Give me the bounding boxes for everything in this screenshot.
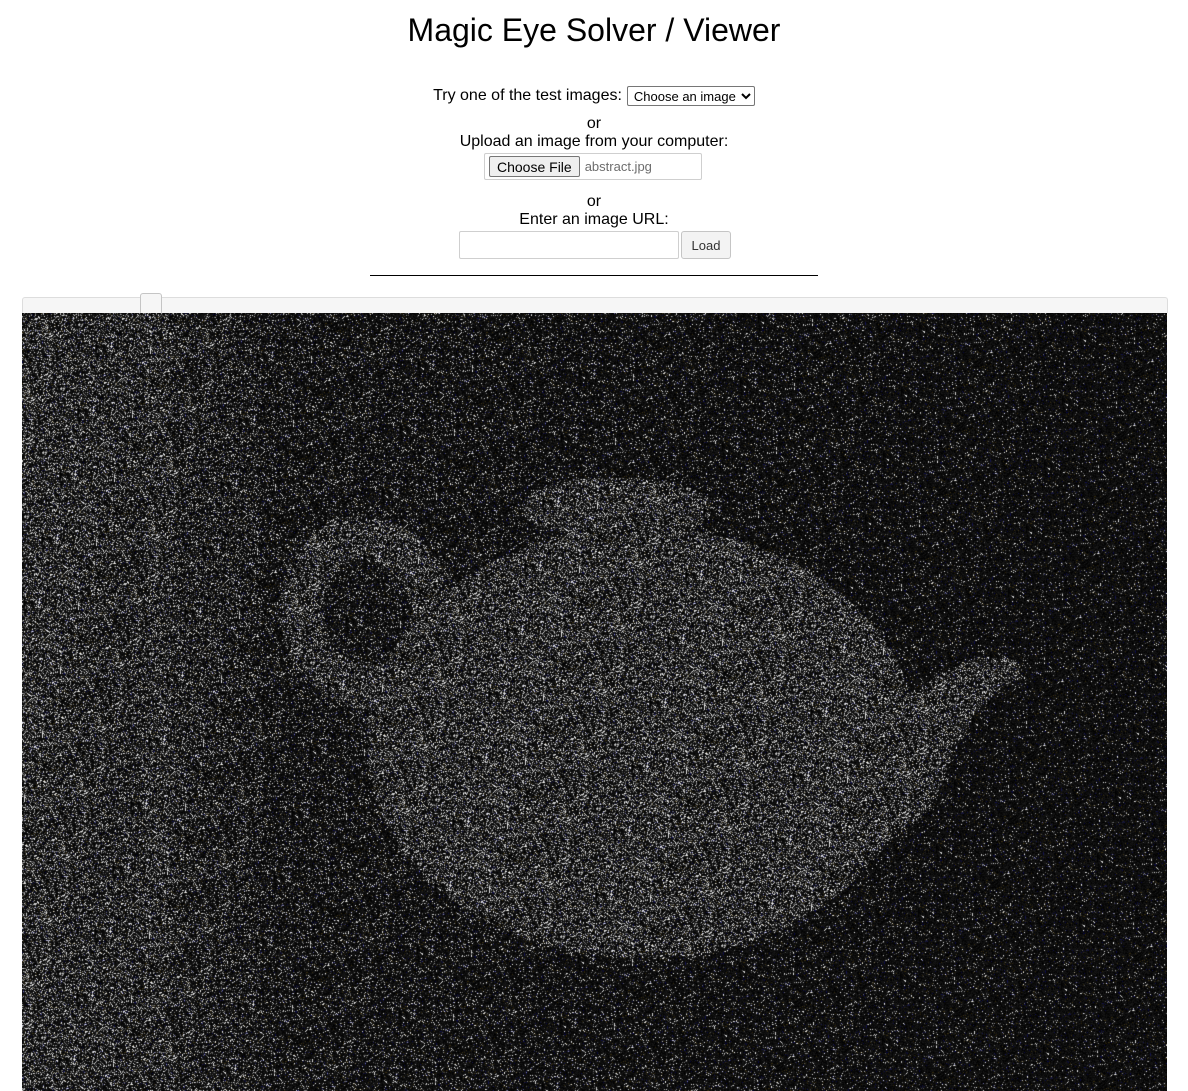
- upload-label: Upload an image from your computer:: [459, 133, 729, 150]
- divider: [370, 275, 818, 276]
- or-text-2: or: [586, 193, 602, 210]
- load-button[interactable]: Load: [681, 231, 731, 259]
- offset-slider-handle[interactable]: [140, 293, 163, 315]
- test-images-label: Try one of the test images:: [433, 87, 622, 104]
- file-input[interactable]: Choose File abstract.jpg: [484, 153, 702, 180]
- url-label: Enter an image URL:: [519, 211, 669, 228]
- test-images-row: Try one of the test images: Choose an im…: [0, 86, 1188, 106]
- offset-slider-track[interactable]: [22, 297, 1168, 313]
- image-url-input[interactable]: [459, 231, 679, 259]
- stereogram-viewer: [22, 313, 1167, 1091]
- or-text-1: or: [586, 115, 602, 132]
- page: Magic Eye Solver / Viewer Try one of the…: [0, 0, 1188, 1091]
- page-title: Magic Eye Solver / Viewer: [407, 12, 781, 48]
- choose-file-button[interactable]: Choose File: [489, 156, 580, 177]
- stereogram-image: [22, 313, 1167, 1091]
- selected-file-name: abstract.jpg: [584, 159, 652, 174]
- test-image-select[interactable]: Choose an image: [626, 86, 755, 106]
